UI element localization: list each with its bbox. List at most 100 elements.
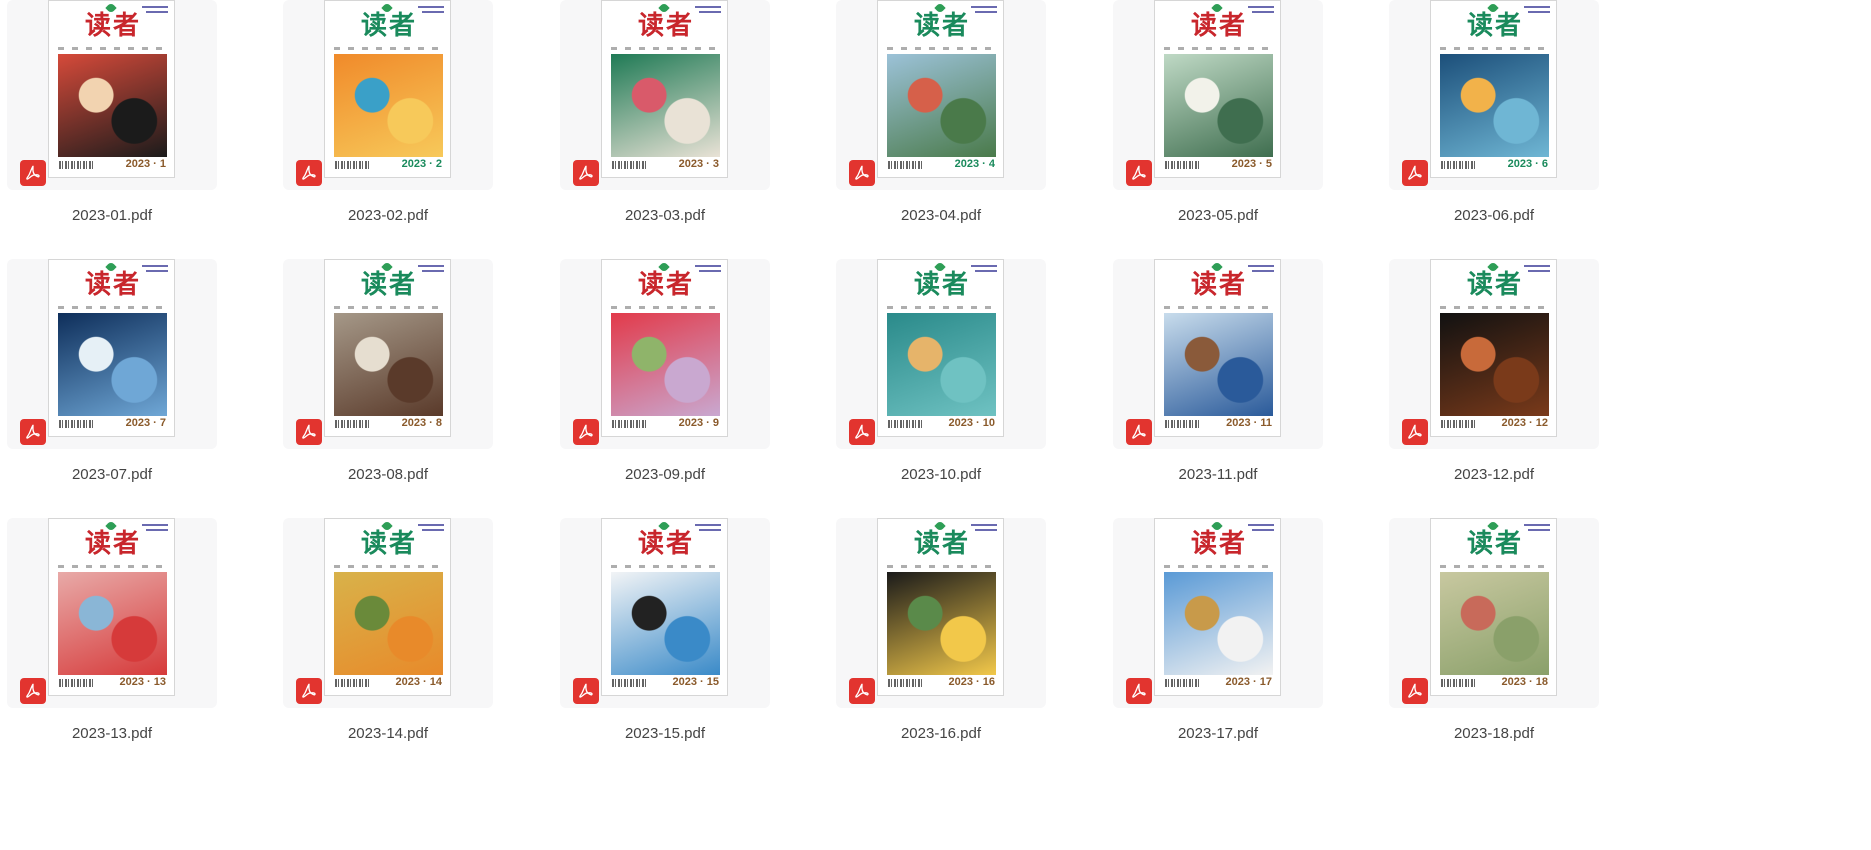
barcode bbox=[888, 679, 922, 687]
cover-contents-strip bbox=[1164, 306, 1273, 309]
pdf-cover-thumbnail: 读者 2023 · 5 bbox=[1154, 0, 1281, 178]
file-name[interactable]: 2023-08.pdf bbox=[283, 466, 493, 483]
pdf-cover-thumbnail: 读者 2023 · 7 bbox=[48, 259, 175, 437]
file-name[interactable]: 2023-13.pdf bbox=[7, 725, 217, 742]
barcode bbox=[888, 420, 922, 428]
file-item[interactable]: 读者 2023 · 8 2023-08.pdf bbox=[283, 259, 493, 483]
pdf-icon bbox=[573, 419, 599, 445]
barcode bbox=[1165, 679, 1199, 687]
pdf-cover-thumbnail: 读者 2023 · 6 bbox=[1430, 0, 1557, 178]
cover-contents-strip bbox=[887, 47, 996, 50]
cover-artwork bbox=[611, 572, 720, 675]
cover-artwork bbox=[1164, 572, 1273, 675]
cover-issue-number: 2023 · 2 bbox=[401, 158, 442, 170]
pdf-cover-thumbnail: 读者 2023 · 10 bbox=[877, 259, 1004, 437]
cover-contents-strip bbox=[1164, 565, 1273, 568]
magazine-logo: 读者 bbox=[85, 529, 142, 559]
barcode bbox=[59, 161, 93, 169]
magazine-logo: 读者 bbox=[85, 11, 142, 41]
file-item[interactable]: 读者 2023 · 10 2023-10.pdf bbox=[836, 259, 1046, 483]
file-name[interactable]: 2023-10.pdf bbox=[836, 466, 1046, 483]
cover-contents-strip bbox=[58, 306, 167, 309]
file-name[interactable]: 2023-05.pdf bbox=[1113, 207, 1323, 224]
barcode bbox=[612, 161, 646, 169]
file-name[interactable]: 2023-14.pdf bbox=[283, 725, 493, 742]
file-name[interactable]: 2023-16.pdf bbox=[836, 725, 1046, 742]
cover-artwork bbox=[887, 313, 996, 416]
cover-contents-strip bbox=[58, 565, 167, 568]
cover-contents-strip bbox=[334, 47, 443, 50]
magazine-logo: 读者 bbox=[638, 11, 695, 41]
file-item[interactable]: 读者 2023 · 17 2023-17.pdf bbox=[1113, 518, 1323, 742]
file-item[interactable]: 读者 2023 · 14 2023-14.pdf bbox=[283, 518, 493, 742]
file-item[interactable]: 读者 2023 · 3 2023-03.pdf bbox=[560, 0, 770, 224]
barcode bbox=[1441, 161, 1475, 169]
file-name[interactable]: 2023-17.pdf bbox=[1113, 725, 1323, 742]
file-name[interactable]: 2023-06.pdf bbox=[1389, 207, 1599, 224]
cover-artwork bbox=[1440, 54, 1549, 157]
cover-contents-strip bbox=[334, 306, 443, 309]
file-item[interactable]: 读者 2023 · 11 2023-11.pdf bbox=[1113, 259, 1323, 483]
cover-issue-number: 2023 · 4 bbox=[954, 158, 995, 170]
file-item[interactable]: 读者 2023 · 18 2023-18.pdf bbox=[1389, 518, 1599, 742]
file-name[interactable]: 2023-03.pdf bbox=[560, 207, 770, 224]
magazine-logo: 读者 bbox=[638, 529, 695, 559]
cover-issue-number: 2023 · 10 bbox=[948, 417, 995, 429]
pdf-cover-thumbnail: 读者 2023 · 18 bbox=[1430, 518, 1557, 696]
pdf-icon bbox=[1402, 678, 1428, 704]
pdf-cover-thumbnail: 读者 2023 · 9 bbox=[601, 259, 728, 437]
cover-issue-number: 2023 · 3 bbox=[678, 158, 719, 170]
cover-artwork bbox=[58, 572, 167, 675]
cover-issue-number: 2023 · 15 bbox=[672, 676, 719, 688]
file-name[interactable]: 2023-18.pdf bbox=[1389, 725, 1599, 742]
file-name[interactable]: 2023-01.pdf bbox=[7, 207, 217, 224]
file-name[interactable]: 2023-12.pdf bbox=[1389, 466, 1599, 483]
file-item[interactable]: 读者 2023 · 13 2023-13.pdf bbox=[7, 518, 217, 742]
file-item[interactable]: 读者 2023 · 6 2023-06.pdf bbox=[1389, 0, 1599, 224]
file-item[interactable]: 读者 2023 · 12 2023-12.pdf bbox=[1389, 259, 1599, 483]
cover-contents-strip bbox=[1440, 306, 1549, 309]
file-grid: 读者 2023 · 1 2023-01.pdf 读者 2023 · 2 2023… bbox=[0, 0, 1871, 850]
file-name[interactable]: 2023-15.pdf bbox=[560, 725, 770, 742]
magazine-logo: 读者 bbox=[914, 270, 971, 300]
file-item[interactable]: 读者 2023 · 15 2023-15.pdf bbox=[560, 518, 770, 742]
cover-artwork bbox=[887, 572, 996, 675]
pdf-icon bbox=[20, 160, 46, 186]
cover-masthead: 读者 bbox=[1431, 260, 1556, 306]
pdf-cover-thumbnail: 读者 2023 · 8 bbox=[324, 259, 451, 437]
file-name[interactable]: 2023-02.pdf bbox=[283, 207, 493, 224]
cover-artwork bbox=[334, 54, 443, 157]
cover-issue-number: 2023 · 8 bbox=[401, 417, 442, 429]
cover-masthead: 读者 bbox=[878, 260, 1003, 306]
file-item[interactable]: 读者 2023 · 5 2023-05.pdf bbox=[1113, 0, 1323, 224]
cover-artwork bbox=[58, 313, 167, 416]
cover-masthead: 读者 bbox=[1431, 1, 1556, 47]
cover-masthead: 读者 bbox=[1431, 519, 1556, 565]
barcode bbox=[335, 679, 369, 687]
file-item[interactable]: 读者 2023 · 4 2023-04.pdf bbox=[836, 0, 1046, 224]
magazine-logo: 读者 bbox=[914, 529, 971, 559]
file-name[interactable]: 2023-09.pdf bbox=[560, 466, 770, 483]
magazine-logo: 读者 bbox=[638, 270, 695, 300]
file-item[interactable]: 读者 2023 · 16 2023-16.pdf bbox=[836, 518, 1046, 742]
cover-issue-number: 2023 · 12 bbox=[1501, 417, 1548, 429]
file-name[interactable]: 2023-04.pdf bbox=[836, 207, 1046, 224]
pdf-icon bbox=[573, 678, 599, 704]
file-name[interactable]: 2023-07.pdf bbox=[7, 466, 217, 483]
cover-masthead: 读者 bbox=[1155, 1, 1280, 47]
file-name[interactable]: 2023-11.pdf bbox=[1113, 466, 1323, 483]
cover-contents-strip bbox=[887, 306, 996, 309]
cover-artwork bbox=[1440, 313, 1549, 416]
pdf-icon bbox=[1402, 419, 1428, 445]
file-item[interactable]: 读者 2023 · 1 2023-01.pdf bbox=[7, 0, 217, 224]
pdf-icon bbox=[849, 678, 875, 704]
pdf-cover-thumbnail: 读者 2023 · 16 bbox=[877, 518, 1004, 696]
cover-masthead: 读者 bbox=[49, 1, 174, 47]
barcode bbox=[59, 679, 93, 687]
pdf-icon bbox=[296, 160, 322, 186]
file-item[interactable]: 读者 2023 · 2 2023-02.pdf bbox=[283, 0, 493, 224]
file-item[interactable]: 读者 2023 · 7 2023-07.pdf bbox=[7, 259, 217, 483]
cover-issue-number: 2023 · 16 bbox=[948, 676, 995, 688]
file-item[interactable]: 读者 2023 · 9 2023-09.pdf bbox=[560, 259, 770, 483]
pdf-cover-thumbnail: 读者 2023 · 3 bbox=[601, 0, 728, 178]
